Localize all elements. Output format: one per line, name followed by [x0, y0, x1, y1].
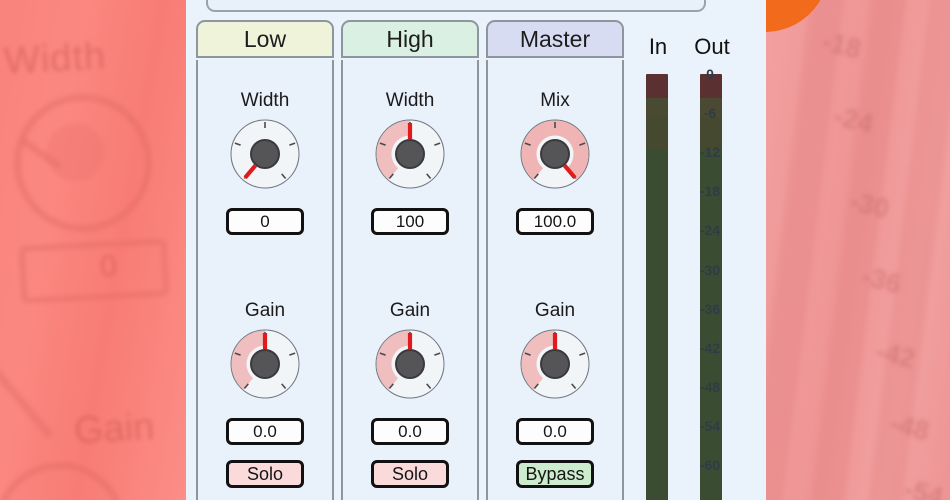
solo-button-low[interactable]: Solo: [226, 460, 304, 488]
param-label-gain: Gain: [534, 300, 576, 321]
channel-strip-low: Low Width 0 Gain 0.0 Solo: [196, 20, 334, 500]
watermark-value: 0: [99, 249, 118, 284]
strip-title: High: [386, 25, 434, 52]
meter-tick: -12: [699, 144, 721, 161]
value-text: 100: [395, 211, 425, 231]
meter-tick: -24: [699, 222, 721, 239]
level-meters: In Out 0 -6 -12 -18 -24 -30 -36 -42 -48 -54 -60 -66: [638, 20, 766, 500]
meter-tick: -18: [699, 183, 721, 200]
meter-tick: -48: [699, 378, 721, 395]
meter-tick: -42: [699, 339, 721, 356]
value-text: 0.0: [543, 421, 567, 441]
param-label-width: Width: [385, 90, 435, 111]
value-text: 0.0: [253, 421, 277, 441]
param-label-gain: Gain: [244, 300, 286, 321]
value-text: 0.0: [398, 421, 422, 441]
solo-button-high[interactable]: Solo: [371, 460, 449, 488]
value-field-high-width[interactable]: 100: [371, 208, 449, 235]
strip-header-high[interactable]: High: [341, 20, 479, 58]
meter-tick: -66: [686, 496, 734, 500]
strip-title: Master: [519, 25, 591, 52]
watermark-diagonal-streak: [0, 349, 54, 439]
meter-bar-in: [646, 74, 668, 500]
knob-master-gain[interactable]: [517, 326, 593, 402]
strip-header-master[interactable]: Master: [486, 20, 624, 58]
meter-label-in: In: [648, 34, 668, 59]
knob-low-gain[interactable]: [227, 326, 303, 402]
value-field-low-width[interactable]: 0: [226, 208, 304, 235]
meter-tick: -30: [699, 261, 721, 278]
watermark-tick: -54: [901, 473, 947, 500]
param-label-gain: Gain: [389, 300, 431, 321]
background-watermark-right: -18 -24 -30 -36 -42 -48 -54: [766, 0, 950, 500]
watermark-gain-label: Gain: [72, 405, 156, 453]
channel-strip-high: High Width 100 Gain 0.0 Solo: [341, 20, 479, 500]
button-label: Solo: [391, 463, 429, 484]
knob-master-mix[interactable]: [517, 116, 593, 192]
value-text: 100.0: [533, 211, 577, 231]
value-field-master-mix[interactable]: 100.0: [516, 208, 594, 235]
panel-top-edge: [206, 0, 706, 12]
button-label: Bypass: [525, 463, 585, 484]
watermark-width-label: Width: [2, 35, 108, 83]
bypass-button-master[interactable]: Bypass: [516, 460, 594, 488]
value-field-master-gain[interactable]: 0.0: [516, 418, 594, 445]
knob-high-width[interactable]: [372, 116, 448, 192]
watermark-knob-icon: [10, 90, 156, 236]
strip-title: Low: [243, 25, 287, 52]
meter-tick: -6: [703, 105, 717, 122]
value-field-high-gain[interactable]: 0.0: [371, 418, 449, 445]
meter-label-out: Out: [694, 34, 730, 59]
strip-header-low[interactable]: Low: [196, 20, 334, 58]
channel-strips: Low Width 0 Gain 0.0 Solo High Width 100 Gain …: [186, 20, 638, 500]
param-label-width: Width: [240, 90, 290, 111]
plugin-window: Width 0 Gain -18 -24 -30 -36 -42 -48 -54…: [0, 0, 950, 500]
button-label: Solo: [246, 463, 284, 484]
knob-low-width[interactable]: [227, 116, 303, 192]
value-text: 0: [260, 211, 270, 231]
meter-tick: -60: [699, 456, 721, 473]
value-field-low-gain[interactable]: 0.0: [226, 418, 304, 445]
meter-tick: -54: [699, 417, 721, 434]
watermark-knob2-icon: [0, 458, 130, 500]
param-label-mix: Mix: [540, 90, 570, 111]
meter-tick: 0: [706, 66, 714, 82]
background-watermark-left: Width 0 Gain: [0, 0, 186, 500]
meter-tick: -36: [699, 300, 721, 317]
plugin-panel: Low Width 0 Gain 0.0 Solo High Width 100 Gain …: [186, 0, 766, 500]
watermark-value-box: [18, 238, 170, 304]
knob-high-gain[interactable]: [372, 326, 448, 402]
channel-strip-master: Master Mix 100.0 Gain 0.0 Bypass: [486, 20, 624, 500]
meter-scale: 0 -6 -12 -18 -24 -30 -36 -42 -48 -54 -60 -66: [686, 66, 734, 500]
